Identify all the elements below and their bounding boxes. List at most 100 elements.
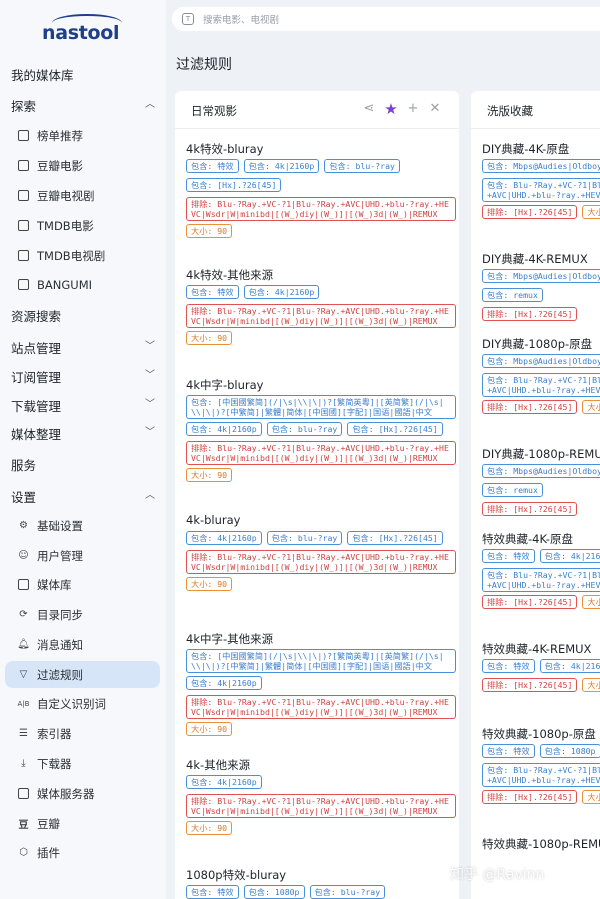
filter-rule[interactable]: 4k特效-其他来源 包含: 特效 包含: 4k|2160p 排除: Blu-?Ray.…: [186, 267, 456, 350]
rule-name: DIY典藏-4K-原盘: [482, 142, 570, 156]
nav-label: 服务: [11, 457, 37, 473]
rule-tags: 包含: 特效 包含: 4k|2160p 包含: blu-?ray 包含: [Hx].?…: [186, 159, 456, 243]
server-icon: [17, 787, 30, 800]
exclude-tag: 排除: Blu-?Ray.+VC-?1|Blu-?Ray.+AVC|UHD.+b…: [186, 794, 456, 818]
rule-tags: 包含: Mbps@Audies|Oldboys 包含: remux 排除: [Hx]…: [482, 464, 600, 521]
sidebar: nastool 我的媒体库 探索 ︿ 榜单推荐 豆瓣电影 豆瓣电视剧 TMDB电影…: [0, 0, 166, 899]
nav-my-library[interactable]: 我的媒体库: [0, 60, 166, 88]
chevron-up-icon: ︿: [145, 99, 155, 110]
filter-rule[interactable]: 特效典藏-1080p-REMUX: [482, 836, 600, 854]
filter-rule[interactable]: DIY典藏-1080p-REMUX 包含: Mbps@Audies|Oldboys…: [482, 446, 600, 521]
nav-subscribe-mgmt[interactable]: 订阅管理 ﹀: [0, 362, 166, 390]
filter-rule[interactable]: 特效典藏-1080p-原盘 包含: 特效 包含: 1080p 包含: Blu-?Ray…: [482, 726, 600, 809]
nav-item-label: 媒体服务器: [37, 786, 95, 801]
filter-rule[interactable]: 特效典藏-4K-原盘包含: 特效包含: 4k|2160p 包含: Blu-?Ray…: [482, 531, 600, 614]
filter-rule[interactable]: 4k特效-bluray 包含: 特效 包含: 4k|2160p 包含: blu-?ra…: [186, 141, 456, 243]
filter-rule[interactable]: DIY典藏-4K-原盘包含: Mbps@Audies|Oldboys 包含: Bl…: [482, 141, 600, 224]
filter-rule[interactable]: 1080p特效-bluray 包含: 特效 包含: 1080p 包含: blu-?ra…: [186, 867, 456, 899]
keyboard-shortcut-icon: T: [182, 13, 194, 25]
logo-text: nastool: [42, 22, 120, 44]
include-tag: 包含: Blu-?Ray.+VC-?1|Blu-?Ray.+AVC|UHD.+b…: [482, 763, 600, 787]
nav-service[interactable]: 服务: [0, 450, 166, 478]
chevron-down-icon: ﹀: [145, 399, 155, 410]
size-tag: 大小: 90: [186, 468, 233, 482]
rule-tags: 包含: Mbps@Audies|Oldboys 包含: Blu-?Ray.+VC-…: [482, 159, 600, 224]
nav-item-douban-tv[interactable]: 豆瓣电视剧: [5, 182, 160, 209]
nav-item-label: 索引器: [37, 726, 72, 741]
gear-icon: ⚙: [19, 520, 28, 531]
rule-name: 1080p特效-bluray: [186, 868, 287, 882]
nav-media-org[interactable]: 媒体整理 ﹀: [0, 419, 166, 447]
nav-download-mgmt[interactable]: 下载管理 ﹀: [0, 391, 166, 419]
text-icon: A|B: [17, 699, 30, 708]
nav-item-downloader[interactable]: ⤓ 下载器: [5, 750, 160, 777]
exclude-tag: 排除: [Hx].?26[45]: [482, 400, 578, 414]
filter-rule[interactable]: DIY典藏-1080p-原盘 包含: Mbps@Audies|Oldboys 包含:…: [482, 336, 600, 419]
nav-item-indexer[interactable]: ☰ 索引器: [5, 720, 160, 747]
filter-rule[interactable]: 4k-其他来源 包含: 4k|2160p 排除: Blu-?Ray.+VC-?1|B…: [186, 757, 456, 840]
nav-item-tmdb-tv[interactable]: TMDB电视剧: [5, 242, 160, 269]
star-icon[interactable]: ★: [383, 101, 399, 117]
exclude-tag: 排除: [Hx].?26[45]: [482, 678, 578, 692]
nav-item-douban-movie[interactable]: 豆瓣电影: [5, 152, 160, 179]
search-input[interactable]: 搜索电影、电视剧: [203, 12, 279, 26]
include-tag: 包含: 4k|2160p: [539, 549, 600, 563]
nav-item-filter-rules[interactable]: ▽ 过滤规则: [5, 661, 160, 688]
rule-name: 4k中字-其他来源: [186, 632, 274, 646]
nav-item-plugins[interactable]: ⬡ 插件: [5, 839, 160, 866]
include-tag: 包含: Blu-?Ray.+VC-?1|Blu-?Ray.+AVC|UHD.+b…: [482, 568, 600, 592]
include-tag: 包含: 4k|2160p: [539, 659, 600, 673]
nav-site-mgmt[interactable]: 站点管理 ﹀: [0, 333, 166, 361]
filter-rule[interactable]: 特效典藏-4K-REMUX 包含: 特效包含: 4k|2160p 排除: [Hx].…: [482, 641, 600, 697]
search-bar[interactable]: T 搜索电影、电视剧: [172, 7, 600, 31]
page-title: 过滤规则: [176, 57, 232, 73]
include-tag: 包含: 4k|2160p: [186, 422, 262, 436]
rule-name: 4k中字-bluray: [186, 378, 264, 392]
filter-rule[interactable]: 4k-bluray 包含: 4k|2160p 包含: blu-?ray 包含: [Hx…: [186, 513, 456, 596]
nav-item-custom-words[interactable]: A|B 自定义识别词: [5, 690, 160, 717]
logo[interactable]: nastool: [40, 14, 126, 44]
add-icon[interactable]: +: [405, 101, 421, 117]
nav-item-media-server[interactable]: 媒体服务器: [5, 780, 160, 807]
bell-icon: 🔔︎: [17, 639, 30, 650]
include-tag: 包含: blu-?ray: [324, 159, 400, 173]
rule-tags: 包含: 特效包含: 1080p 包含: Blu-?Ray.+VC-?1|Blu-?…: [482, 744, 600, 809]
nav-item-label: TMDB电视剧: [37, 248, 106, 263]
nav-resource-search[interactable]: 资源搜索: [0, 301, 166, 329]
nav-item-label: BANGUMI: [37, 277, 93, 292]
nav-item-bangumi[interactable]: BANGUMI: [5, 271, 160, 298]
nav-item-dir-sync[interactable]: ⟳ 目录同步: [5, 601, 160, 628]
share-icon[interactable]: ⋖: [361, 101, 377, 117]
exclude-tag: 排除: Blu-?Ray.+VC-?1|Blu-?Ray.+AVC|UHD.+b…: [186, 550, 456, 574]
filter-icon: ▽: [19, 669, 28, 680]
exclude-tag: 排除: Blu-?Ray.+VC-?1|Blu-?Ray.+AVC|UHD.+b…: [186, 695, 456, 719]
include-tag: 包含: blu-?ray: [266, 422, 343, 436]
nav-item-ranking[interactable]: 榜单推荐: [5, 122, 160, 149]
nav-item-label: 基础设置: [37, 518, 83, 533]
include-tag: 包含: [中国國繁简](/|\s|\\|\|)?[繁简英粵]|[英简繁](/|\…: [186, 649, 456, 673]
nav-settings[interactable]: 设置 ︿: [0, 482, 166, 510]
filter-rule[interactable]: 4k中字-其他来源包含: [中国國繁简](/|\s|\\|\|)?[繁简英粵]|…: [186, 631, 456, 741]
nav-item-notifications[interactable]: 🔔︎ 消息通知: [5, 631, 160, 658]
nav-item-douban[interactable]: 豆豆瓣: [5, 810, 160, 837]
card-header: 日常观影 ⋖ ★ + ✕: [175, 91, 459, 129]
calendar-icon: [17, 278, 30, 291]
filter-rule[interactable]: DIY典藏-4K-REMUX 包含: Mbps@Audies|Oldboys包含:…: [482, 251, 600, 326]
nav-item-media-library[interactable]: 媒体库: [5, 571, 160, 598]
nav-item-user-mgmt[interactable]: ☺ 用户管理: [5, 542, 160, 569]
include-tag: 包含: remux: [482, 483, 543, 497]
nav-explore[interactable]: 探索 ︿: [0, 91, 166, 119]
filter-rule[interactable]: 4k中字-bluray 包含: [中国國繁简](/|\s|\\|\|)?[繁简英粵…: [186, 377, 456, 487]
exclude-tag: 排除: [Hx].?26[45]: [482, 205, 578, 219]
rule-name: DIY典藏-1080p-原盘: [482, 337, 593, 351]
include-tag: 包含: 1080p: [243, 885, 305, 899]
download-icon: ⤓: [21, 758, 26, 769]
nav-item-tmdb-movie[interactable]: TMDB电影: [5, 212, 160, 239]
nav-item-label: 媒体库: [37, 577, 72, 592]
close-icon[interactable]: ✕: [427, 101, 443, 117]
card-title: 日常观影: [191, 104, 237, 118]
rule-name: 4k-其他来源: [186, 758, 251, 772]
include-tag: 包含: 特效: [186, 285, 239, 299]
cube-icon: ⬡: [19, 847, 28, 858]
nav-item-basic-settings[interactable]: ⚙ 基础设置: [5, 512, 160, 539]
